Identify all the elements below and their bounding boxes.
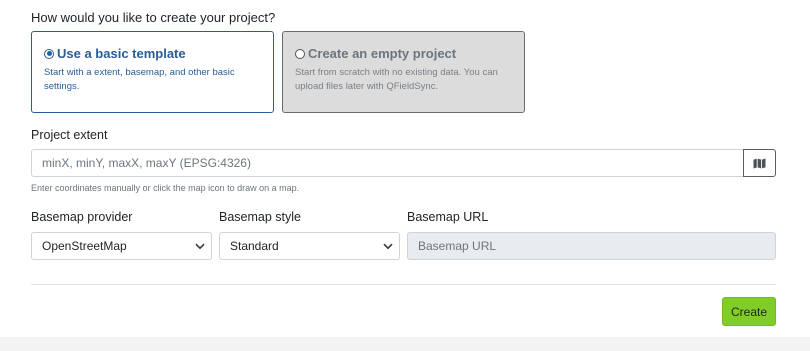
extent-hint: Enter coordinates manually or click the …	[31, 183, 300, 193]
basemap-url-input[interactable]: Basemap URL	[407, 232, 776, 260]
empty-project-title: Create an empty project	[308, 46, 457, 61]
basic-template-header: Use a basic template	[44, 46, 260, 61]
basic-template-option[interactable]: Use a basic template Start with a extent…	[31, 31, 274, 113]
create-button[interactable]: Create	[722, 297, 776, 326]
divider	[31, 284, 776, 285]
chevron-down-icon	[195, 243, 205, 249]
radio-unselected-icon[interactable]	[295, 48, 305, 59]
basemap-style-label: Basemap style	[219, 210, 301, 224]
draw-on-map-button[interactable]	[743, 149, 776, 177]
basemap-style-value: Standard	[230, 239, 279, 253]
chevron-down-icon	[383, 243, 393, 249]
empty-project-header: Create an empty project	[295, 46, 511, 61]
basemap-style-select[interactable]: Standard	[219, 232, 400, 260]
creation-question: How would you like to create your projec…	[31, 10, 276, 25]
basemap-url-label: Basemap URL	[407, 210, 489, 224]
basic-template-title: Use a basic template	[57, 46, 186, 61]
empty-project-option[interactable]: Create an empty project Start from scrat…	[282, 31, 525, 113]
project-extent-label: Project extent	[31, 128, 108, 142]
create-project-panel: How would you like to create your projec…	[0, 0, 810, 337]
radio-selected-icon[interactable]	[44, 48, 54, 59]
basemap-provider-select[interactable]: OpenStreetMap	[31, 232, 212, 260]
project-extent-input[interactable]: minX, minY, maxX, maxY (EPSG:4326)	[31, 149, 744, 177]
basemap-provider-value: OpenStreetMap	[42, 239, 127, 253]
map-icon	[753, 158, 766, 168]
basemap-provider-label: Basemap provider	[31, 210, 133, 224]
project-extent-placeholder: minX, minY, maxX, maxY (EPSG:4326)	[42, 156, 251, 170]
basic-template-description: Start with a extent, basemap, and other …	[44, 67, 235, 92]
empty-project-description: Start from scratch with no existing data…	[295, 67, 498, 92]
basemap-url-placeholder: Basemap URL	[418, 239, 497, 253]
